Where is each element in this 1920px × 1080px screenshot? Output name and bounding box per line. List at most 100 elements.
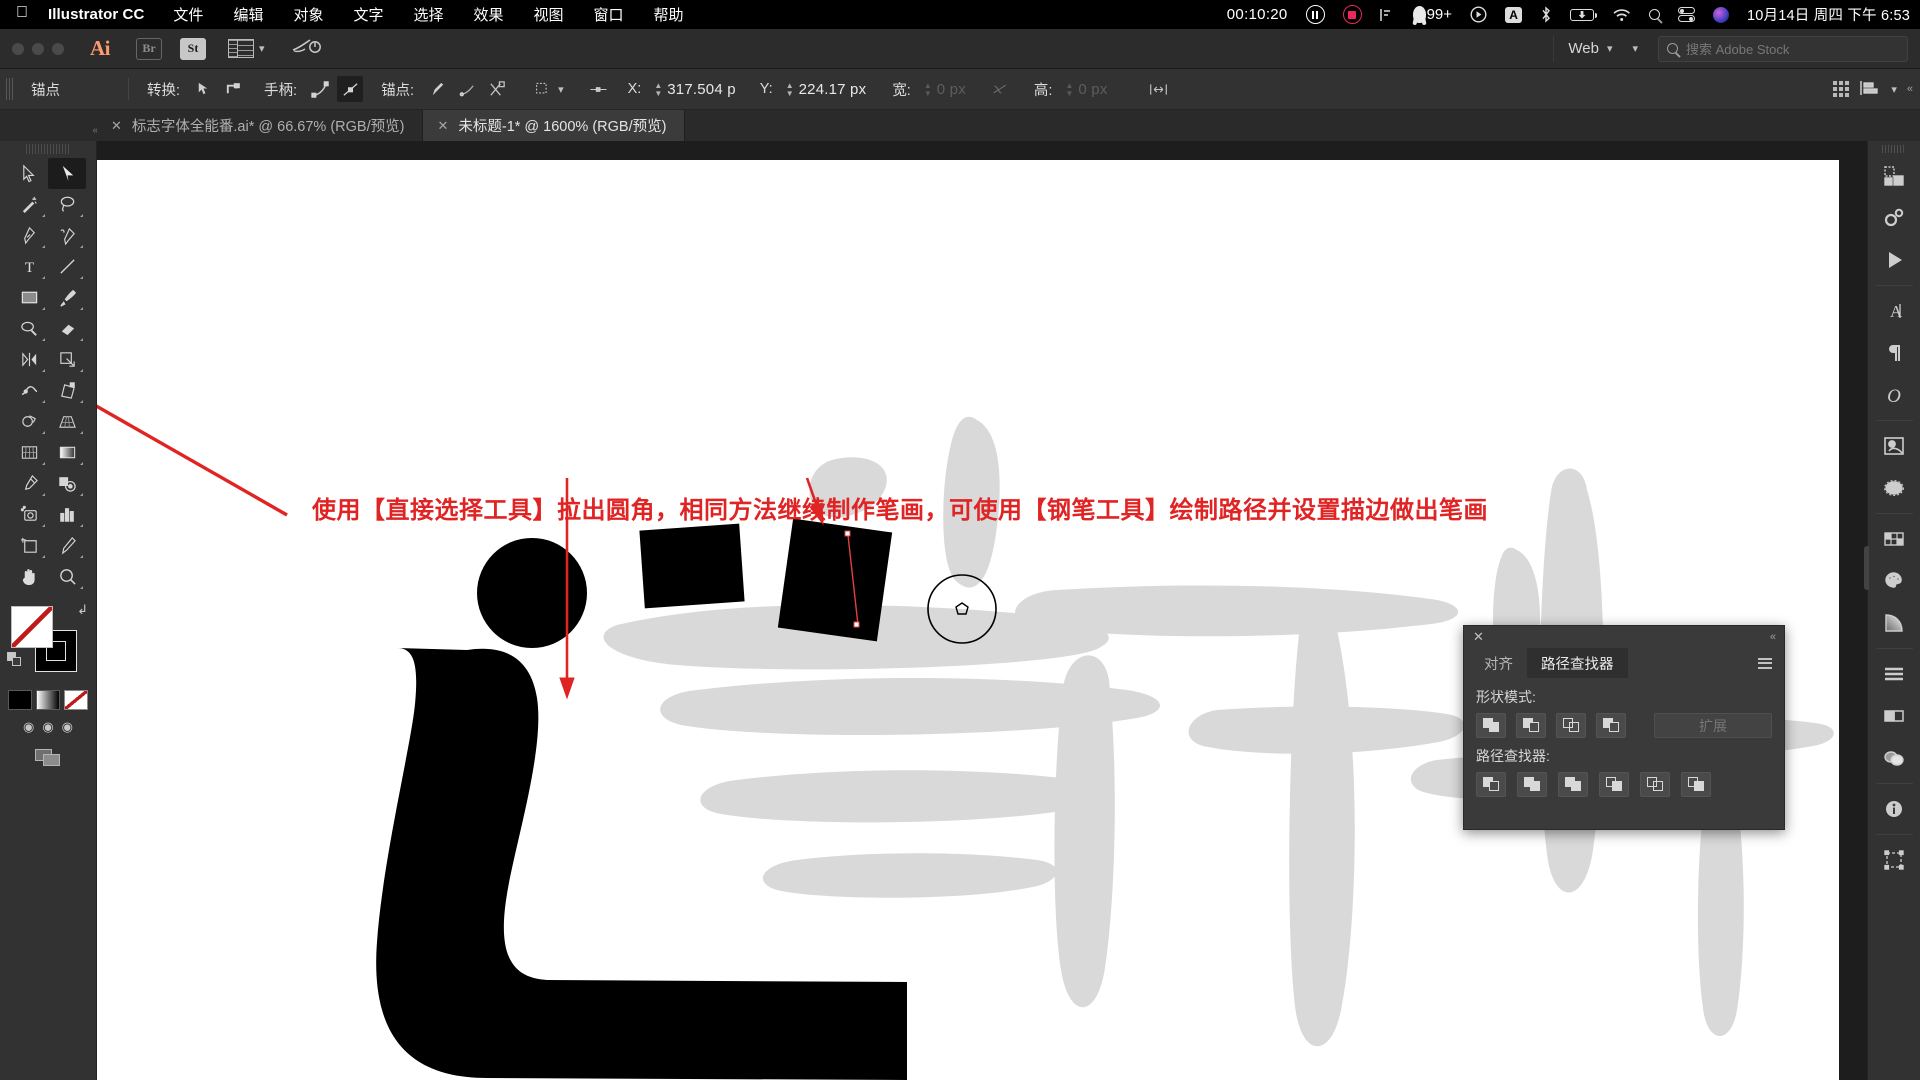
shaper-tool[interactable]: [10, 313, 48, 344]
chevron-down-icon[interactable]: ▾: [558, 83, 564, 96]
control-bar-grip[interactable]: [6, 78, 15, 100]
tab-pathfinder[interactable]: 路径查找器: [1527, 648, 1628, 678]
document-tab-2[interactable]: ✕ 未标题-1* @ 1600% (RGB/预览): [423, 110, 686, 141]
hide-handles-button[interactable]: [337, 76, 364, 102]
scale-tool[interactable]: [48, 344, 86, 375]
artboard-tool[interactable]: [10, 530, 48, 561]
width-tool[interactable]: [10, 375, 48, 406]
eyedropper-tool[interactable]: [10, 468, 48, 499]
minus-front-icon[interactable]: [1516, 713, 1546, 738]
more-options-icon[interactable]: [1833, 81, 1850, 97]
divide-icon[interactable]: [1476, 772, 1506, 797]
zoom-tool[interactable]: [48, 561, 86, 592]
x-coordinate-field[interactable]: X: ▲ ▼ 317.504 p: [620, 81, 736, 98]
battery-icon[interactable]: [1570, 8, 1597, 21]
minus-back-icon[interactable]: [1681, 772, 1711, 797]
symbols-icon[interactable]: [1873, 426, 1916, 466]
panel-titlebar[interactable]: ✕ «: [1464, 626, 1784, 648]
merge-icon[interactable]: [1558, 772, 1588, 797]
dock-grip[interactable]: [1882, 145, 1906, 153]
direct-selection-tool[interactable]: [48, 158, 86, 189]
menu-select[interactable]: 选择: [398, 4, 458, 25]
isolate-selected-button[interactable]: [530, 76, 556, 102]
none-button[interactable]: [64, 690, 88, 710]
document-tab-1[interactable]: ✕ 标志字体全能番.ai* @ 66.67% (RGB/预览): [97, 110, 424, 141]
pen-tool[interactable]: [10, 220, 48, 251]
zoom-button[interactable]: [52, 42, 64, 55]
screen-record-icon[interactable]: [1470, 6, 1487, 23]
swatches-icon[interactable]: [1873, 519, 1916, 559]
type-tool[interactable]: T: [10, 251, 48, 282]
airplay-icon[interactable]: [1379, 8, 1395, 22]
actions-icon[interactable]: [1873, 240, 1916, 280]
spotlight-icon[interactable]: [1649, 9, 1661, 20]
x-stepper[interactable]: ▲ ▼: [654, 81, 662, 97]
cut-path-button[interactable]: [484, 76, 510, 102]
window-controls[interactable]: [0, 42, 64, 55]
curvature-tool[interactable]: [48, 220, 86, 251]
outline-icon[interactable]: [1640, 772, 1670, 797]
eraser-tool[interactable]: [48, 313, 86, 344]
canvas-area[interactable]: 使用【直接选择工具】拉出圆角，相同方法继续制作笔画，可使用【钢笔工具】绘制路径并…: [97, 141, 1867, 1080]
y-coordinate-field[interactable]: Y: ▲ ▼ 224.17 px: [752, 81, 867, 98]
magic-wand-tool[interactable]: [10, 189, 48, 220]
transform-panel-button[interactable]: [1146, 76, 1172, 102]
menu-effect[interactable]: 效果: [459, 4, 519, 25]
default-fill-stroke-icon[interactable]: [7, 652, 22, 667]
selection-tool[interactable]: [10, 158, 48, 189]
brushes-icon[interactable]: [1873, 468, 1916, 508]
pathfinder-panel[interactable]: ✕ « 对齐 路径查找器 形状模式: 扩展 路径查找器:: [1463, 625, 1785, 830]
unite-icon[interactable]: [1476, 713, 1506, 738]
menu-object[interactable]: 对象: [278, 4, 338, 25]
free-transform-tool[interactable]: [48, 375, 86, 406]
line-segment-tool[interactable]: [48, 251, 86, 282]
artboard[interactable]: 使用【直接选择工具】拉出圆角，相同方法继续制作笔画，可使用【钢笔工具】绘制路径并…: [97, 160, 1839, 1080]
properties-icon[interactable]: [1873, 198, 1916, 238]
transform-icon[interactable]: [1873, 840, 1916, 880]
gradient-icon[interactable]: [1873, 603, 1916, 643]
color-icon[interactable]: [1873, 561, 1916, 601]
align-reference-button[interactable]: [586, 76, 612, 102]
crop-icon[interactable]: [1599, 772, 1629, 797]
mesh-tool[interactable]: [10, 437, 48, 468]
qq-icon[interactable]: 99+: [1412, 6, 1452, 23]
stock-search-field[interactable]: 搜索 Adobe Stock: [1658, 35, 1908, 62]
height-stepper[interactable]: ▲ ▼: [1065, 81, 1073, 97]
expand-button[interactable]: 扩展: [1654, 713, 1772, 738]
width-stepper[interactable]: ▲ ▼: [924, 81, 932, 97]
bridge-button[interactable]: Br: [136, 37, 162, 60]
artboards-icon[interactable]: [1873, 156, 1916, 196]
stock-button[interactable]: St: [180, 37, 206, 60]
draw-behind-icon[interactable]: ◉: [42, 719, 53, 735]
intersect-icon[interactable]: [1556, 713, 1586, 738]
convert-to-corner-button[interactable]: [190, 76, 216, 102]
close-icon[interactable]: ✕: [111, 118, 122, 134]
wifi-icon[interactable]: [1612, 8, 1631, 22]
menu-datetime[interactable]: 10月14日 周四 下午 6:53: [1747, 4, 1910, 25]
exclude-icon[interactable]: [1596, 713, 1626, 738]
close-button[interactable]: [12, 42, 24, 55]
collapse-panel-icon[interactable]: «: [1907, 83, 1913, 95]
align-panel-icon[interactable]: [1859, 78, 1881, 101]
panel-menu-icon[interactable]: [1758, 648, 1784, 678]
lock-proportions-icon[interactable]: [988, 76, 1014, 102]
draw-inside-icon[interactable]: ◉: [62, 719, 73, 735]
draw-normal-icon[interactable]: ◉: [23, 719, 34, 735]
trim-icon[interactable]: [1517, 772, 1547, 797]
gradient-button[interactable]: [36, 690, 60, 710]
menu-help[interactable]: 帮助: [639, 4, 699, 25]
color-button[interactable]: [8, 690, 32, 710]
slice-tool[interactable]: [48, 530, 86, 561]
collapse-icon[interactable]: «: [1770, 631, 1776, 643]
workspace-menu-chevron-icon[interactable]: ▾: [1626, 42, 1644, 55]
menu-type[interactable]: 文字: [338, 4, 398, 25]
rotate-tool[interactable]: [10, 344, 48, 375]
record-icon[interactable]: [1342, 5, 1362, 24]
transparency-icon[interactable]: [1873, 738, 1916, 778]
menu-view[interactable]: 视图: [519, 4, 579, 25]
dock-resize-handle[interactable]: [1864, 546, 1869, 590]
close-icon[interactable]: ✕: [437, 118, 448, 134]
minimize-button[interactable]: [32, 42, 44, 55]
share-on-behance-icon[interactable]: [291, 36, 321, 61]
tools-panel-grip[interactable]: [26, 144, 70, 154]
